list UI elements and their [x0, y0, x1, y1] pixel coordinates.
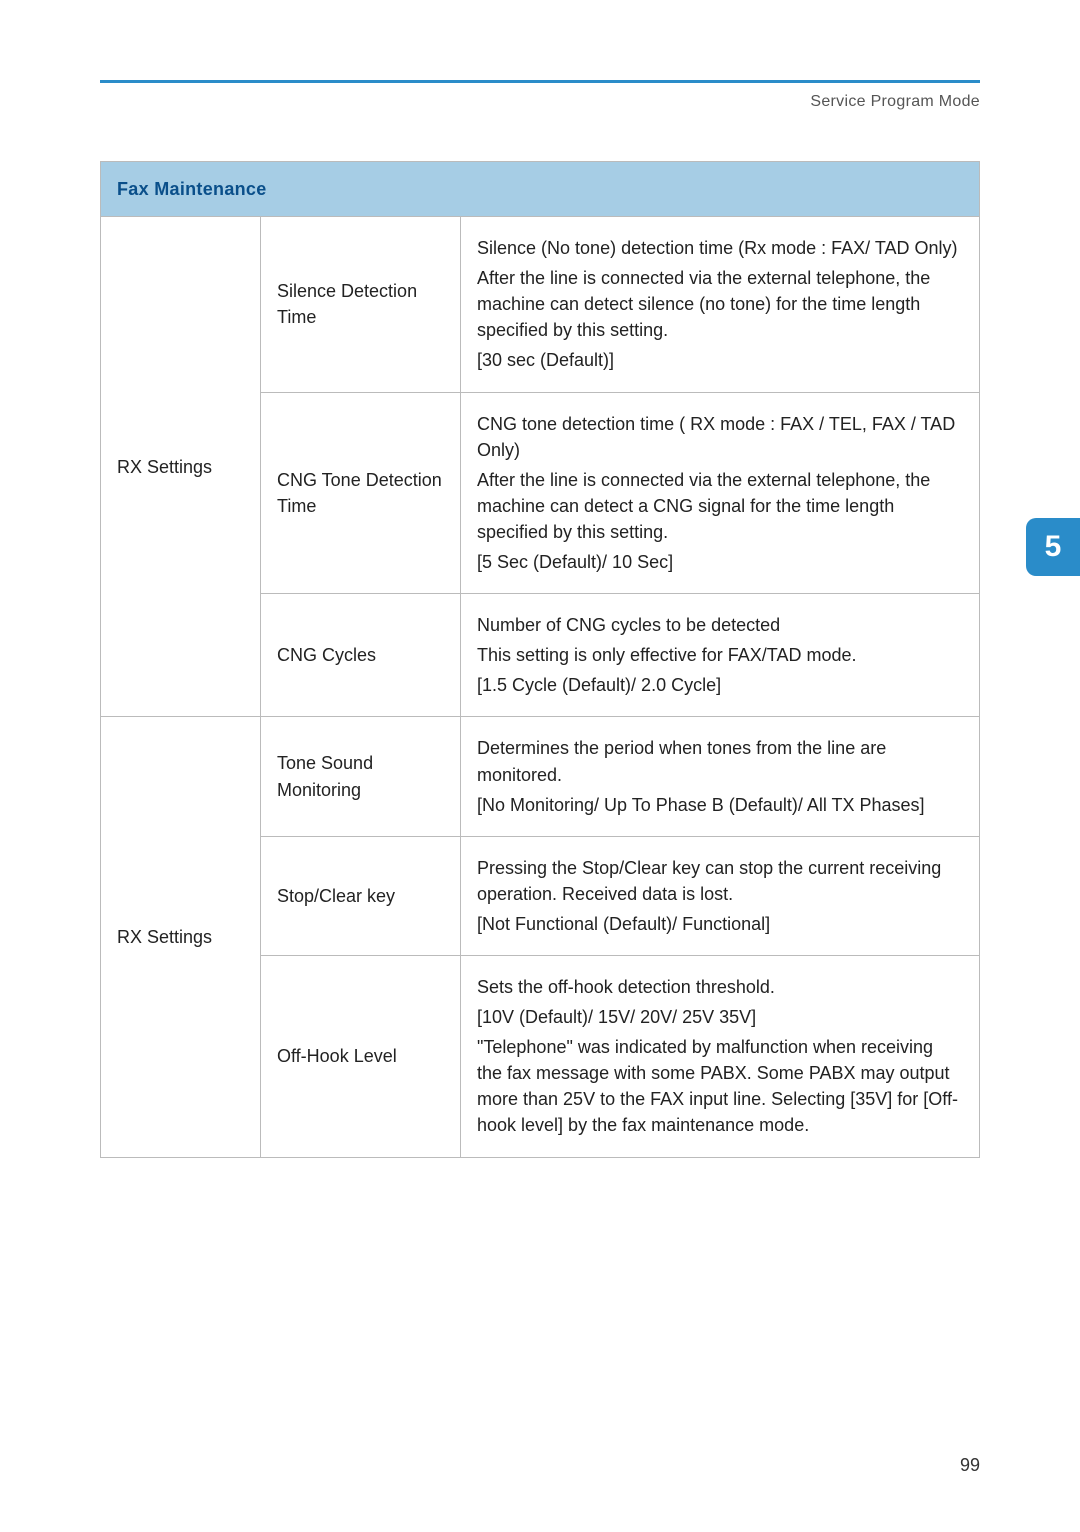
table-row: RX Settings Silence Detection Time Silen… — [101, 217, 980, 392]
setting-name: Silence Detection Time — [261, 217, 461, 392]
desc-line: This setting is only effective for FAX/T… — [477, 642, 963, 668]
header-rule — [100, 80, 980, 83]
desc-line: [30 sec (Default)] — [477, 347, 963, 373]
desc-line: Sets the off-hook detection threshold. — [477, 974, 963, 1000]
breadcrumb: Service Program Mode — [100, 93, 980, 111]
desc-line: After the line is connected via the exte… — [477, 467, 963, 545]
setting-description: Number of CNG cycles to be detected This… — [461, 594, 980, 717]
table-row: RX Settings Tone Sound Monitoring Determ… — [101, 717, 980, 836]
setting-description: Determines the period when tones from th… — [461, 717, 980, 836]
group-label: RX Settings — [101, 717, 261, 1157]
page-number: 99 — [960, 1455, 980, 1476]
setting-name: Tone Sound Monitoring — [261, 717, 461, 836]
desc-line: Pressing the Stop/Clear key can stop the… — [477, 855, 963, 907]
chapter-tab: 5 — [1026, 518, 1080, 576]
setting-description: CNG tone detection time ( RX mode : FAX … — [461, 392, 980, 594]
setting-name: CNG Tone Detection Time — [261, 392, 461, 594]
desc-line: [1.5 Cycle (Default)/ 2.0 Cycle] — [477, 672, 963, 698]
desc-line: After the line is connected via the exte… — [477, 265, 963, 343]
setting-name: Off-Hook Level — [261, 955, 461, 1157]
desc-line: Number of CNG cycles to be detected — [477, 612, 963, 638]
setting-name: Stop/Clear key — [261, 836, 461, 955]
desc-line: [5 Sec (Default)/ 10 Sec] — [477, 549, 963, 575]
setting-name: CNG Cycles — [261, 594, 461, 717]
desc-line: Determines the period when tones from th… — [477, 735, 963, 787]
setting-description: Sets the off-hook detection threshold. [… — [461, 955, 980, 1157]
fax-maintenance-table: Fax Maintenance RX Settings Silence Dete… — [100, 161, 980, 1158]
desc-line: CNG tone detection time ( RX mode : FAX … — [477, 411, 963, 463]
setting-description: Silence (No tone) detection time (Rx mod… — [461, 217, 980, 392]
desc-line: Silence (No tone) detection time (Rx mod… — [477, 235, 963, 261]
chapter-number: 5 — [1045, 530, 1062, 564]
section-header: Fax Maintenance — [101, 162, 980, 217]
setting-description: Pressing the Stop/Clear key can stop the… — [461, 836, 980, 955]
group-label: RX Settings — [101, 217, 261, 717]
desc-line: [Not Functional (Default)/ Functional] — [477, 911, 963, 937]
desc-line: [10V (Default)/ 15V/ 20V/ 25V 35V] — [477, 1004, 963, 1030]
desc-line: "Telephone" was indicated by malfunction… — [477, 1034, 963, 1138]
page: Service Program Mode Fax Maintenance RX … — [0, 0, 1080, 1532]
table-section-row: Fax Maintenance — [101, 162, 980, 217]
desc-line: [No Monitoring/ Up To Phase B (Default)/… — [477, 792, 963, 818]
